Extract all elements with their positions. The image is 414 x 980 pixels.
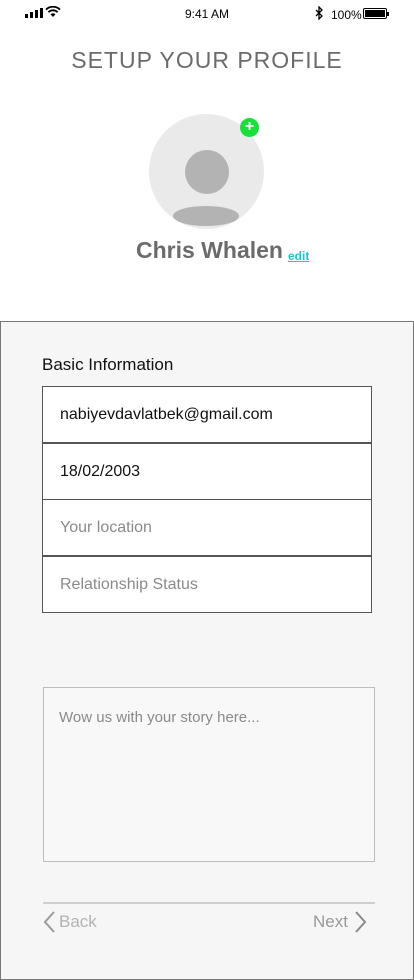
chevron-right-icon (355, 911, 367, 933)
plus-icon[interactable]: + (240, 118, 259, 137)
back-button[interactable]: Back (42, 910, 97, 934)
birth-date-field[interactable]: 18/02/2003 (42, 443, 372, 500)
next-button[interactable]: Next (313, 910, 368, 934)
relationship-status-field[interactable]: Relationship Status (42, 556, 372, 613)
email-field[interactable]: nabiyevdavlatbek@gmail.com (42, 386, 372, 443)
edit-name-link[interactable]: edit (288, 249, 309, 263)
chevron-left-icon (43, 911, 55, 933)
back-label: Back (59, 912, 97, 931)
battery-percent: 100% (331, 8, 362, 22)
nav-divider (43, 902, 375, 904)
status-bar: 9:41 AM 100% (0, 0, 414, 28)
section-label: Basic Information (42, 355, 174, 374)
location-field[interactable]: Your location (42, 499, 372, 556)
story-textarea[interactable]: Wow us with your story here... (43, 687, 375, 862)
profile-name: Chris Whalen (136, 237, 283, 263)
battery-icon (363, 8, 389, 19)
next-label: Next (313, 912, 348, 931)
page-title: SETUP YOUR PROFILE (71, 47, 343, 73)
bluetooth-icon (315, 6, 323, 20)
